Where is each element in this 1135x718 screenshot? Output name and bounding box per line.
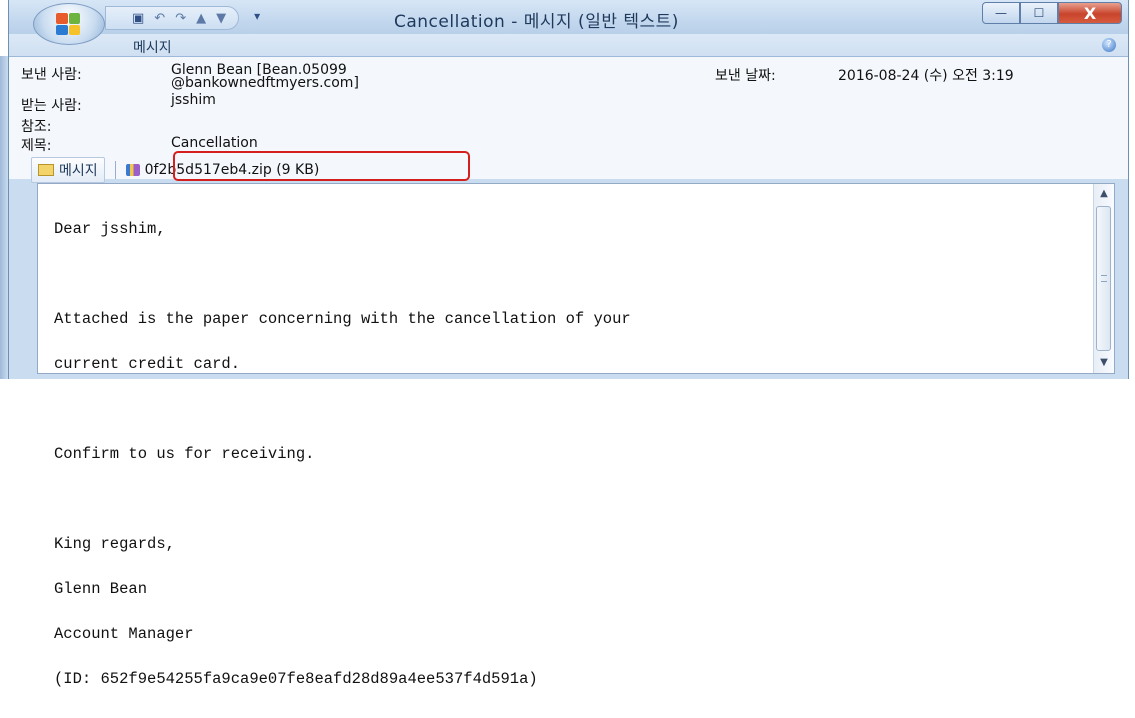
window-title: Cancellation - 메시지 (일반 텍스트) (394, 12, 679, 32)
scroll-down-icon[interactable]: ▼ (1097, 357, 1111, 369)
body-line: current credit card. (54, 355, 241, 373)
body-line (54, 492, 631, 507)
undo-icon[interactable]: ↶ (154, 11, 165, 26)
subject-value: Cancellation (171, 135, 258, 151)
message-body[interactable]: Dear jsshim, Attached is the paper conce… (37, 183, 1115, 687)
sent-value: 2016-08-24 (수) 오전 3:19 (838, 68, 1014, 84)
from-value[interactable]: Glenn Bean [Bean.05099 @bankownedftmyers… (171, 63, 359, 91)
attachment-separator (114, 161, 116, 179)
scrollbar-thumb[interactable] (1096, 206, 1111, 351)
body-line: King regards, (54, 535, 175, 553)
message-tab-button[interactable]: 메시지 (31, 157, 105, 183)
save-icon[interactable]: ▣ (132, 11, 144, 26)
redo-icon[interactable]: ↷ (175, 11, 186, 26)
ribbon-tab-row: 메시지 ? (9, 34, 1128, 56)
from-label: 보낸 사람: (21, 67, 82, 83)
quick-access-toolbar: ▣ ↶ ↷ ▲ ▼ ▾ (105, 6, 260, 30)
body-line: Glenn Bean (54, 580, 148, 598)
message-body-text: Dear jsshim, Attached is the paper conce… (54, 192, 631, 717)
help-icon[interactable]: ? (1102, 38, 1116, 52)
from-value-line2: @bankownedftmyers.com] (171, 75, 359, 91)
up-arrow-icon[interactable]: ▲ (196, 11, 206, 26)
window-controls: — ☐ X (982, 2, 1122, 24)
body-line: (ID: 652f9e54255fa9ca9e07fe8eafd28d89a4e… (54, 670, 538, 688)
left-window-edge (0, 56, 8, 379)
title-bar: ▣ ↶ ↷ ▲ ▼ ▾ Cancellation - 메시지 (일반 텍스트) … (9, 0, 1128, 45)
maximize-button[interactable]: ☐ (1020, 2, 1058, 24)
office-logo-icon (56, 13, 80, 35)
scroll-up-icon[interactable]: ▲ (1097, 188, 1111, 200)
message-window: ▣ ↶ ↷ ▲ ▼ ▾ Cancellation - 메시지 (일반 텍스트) … (8, 0, 1129, 687)
close-button[interactable]: X (1058, 2, 1122, 24)
tab-message[interactable]: 메시지 (133, 37, 172, 57)
dropdown-icon[interactable]: ▾ (254, 9, 260, 23)
sent-label: 보낸 날짜: (715, 68, 776, 84)
subject-label: 제목: (21, 138, 52, 154)
body-line: Attached is the paper concerning with th… (54, 310, 631, 328)
body-line (54, 402, 631, 417)
attachment-highlight-box (173, 151, 470, 181)
body-line: Confirm to us for receiving. (54, 445, 315, 463)
minimize-button[interactable]: — (982, 2, 1020, 24)
body-line: Dear jsshim, (54, 220, 166, 238)
envelope-icon (38, 164, 54, 176)
body-line (54, 267, 631, 282)
body-line: Account Manager (54, 625, 194, 643)
vertical-scrollbar[interactable]: ▲ ▼ (1093, 184, 1114, 373)
zip-file-icon (125, 164, 140, 176)
to-value[interactable]: jsshim (171, 92, 216, 108)
message-tab-label: 메시지 (59, 163, 98, 179)
to-label: 받는 사람: (21, 98, 82, 114)
cc-label: 참조: (21, 119, 52, 135)
down-arrow-icon[interactable]: ▼ (216, 11, 226, 26)
office-button[interactable] (33, 3, 105, 45)
